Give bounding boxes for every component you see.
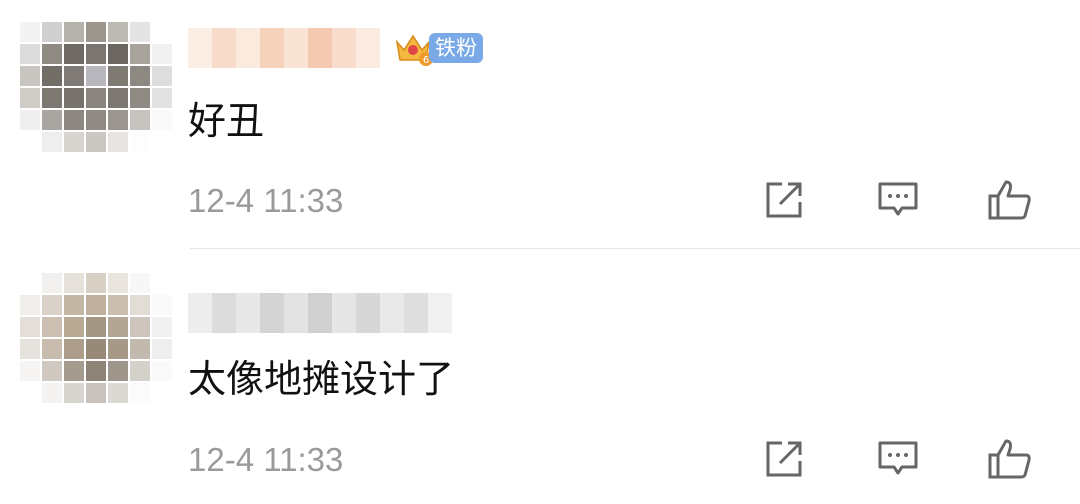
avatar[interactable] xyxy=(20,273,172,403)
thumbs-up-icon[interactable] xyxy=(986,435,1034,483)
comment-icon[interactable] xyxy=(874,176,922,224)
thumbs-up-icon[interactable] xyxy=(986,176,1034,224)
comment-time: 12-4 11:33 xyxy=(188,182,344,219)
username-blurred xyxy=(188,293,452,333)
crown-icon: 6 xyxy=(395,34,433,66)
fan-label: 铁粉 xyxy=(429,33,483,63)
share-icon[interactable] xyxy=(760,176,808,224)
share-icon[interactable] xyxy=(760,435,808,483)
avatar[interactable] xyxy=(20,22,172,152)
username[interactable] xyxy=(188,293,452,333)
username[interactable] xyxy=(188,28,380,68)
comment-item: 6 铁粉 好丑 12-4 11:33 xyxy=(0,0,1080,248)
fan-badge: 6 铁粉 xyxy=(393,28,483,68)
comment-icon[interactable] xyxy=(874,435,922,483)
comment-text: 太像地摊设计了 xyxy=(188,357,455,401)
username-blurred xyxy=(188,28,380,68)
comment-time: 12-4 11:33 xyxy=(188,441,344,478)
comment-item: 太像地摊设计了 12-4 11:33 xyxy=(0,249,1080,504)
comment-text: 好丑 xyxy=(188,99,265,143)
